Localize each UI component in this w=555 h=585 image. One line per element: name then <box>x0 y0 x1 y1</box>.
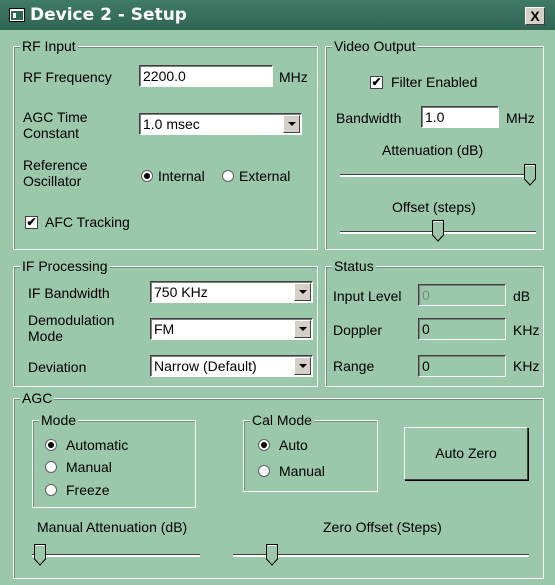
auto-zero-button[interactable]: Auto Zero <box>404 427 528 480</box>
reference-oscillator-label: Reference Oscillator <box>23 157 88 189</box>
zero-offset-label: Zero Offset (Steps) <box>323 519 442 535</box>
video-output-legend: Video Output <box>332 38 418 54</box>
mode-freeze-radio[interactable] <box>45 484 57 496</box>
rf-frequency-label: RF Frequency <box>23 69 112 85</box>
range-label: Range <box>333 358 375 374</box>
bandwidth-label: Bandwidth <box>336 110 402 126</box>
agc-time-constant-label: AGC Time Constant <box>23 109 88 141</box>
afc-tracking-label: AFC Tracking <box>45 214 130 230</box>
zero-offset-slider-thumb[interactable] <box>266 544 278 566</box>
cal-mode-group: Cal Mode <box>243 412 378 492</box>
deviation-select[interactable]: Narrow (Default) <box>150 355 313 377</box>
afc-tracking-checkbox[interactable] <box>25 216 38 229</box>
mode-manual-radio[interactable] <box>45 461 57 473</box>
chevron-down-icon[interactable] <box>294 357 311 375</box>
bandwidth-input[interactable]: 1.0 <box>421 106 499 128</box>
window-title: Device 2 - Setup <box>30 5 187 25</box>
attenuation-slider-track[interactable] <box>340 174 536 177</box>
reference-internal-label: Internal <box>158 168 205 184</box>
cal-auto-radio[interactable] <box>258 439 270 451</box>
rf-frequency-unit: MHz <box>279 69 308 85</box>
chevron-down-icon[interactable] <box>294 283 311 301</box>
close-button[interactable]: X <box>525 7 545 25</box>
deviation-value: Narrow (Default) <box>154 358 257 374</box>
reference-internal-radio[interactable] <box>141 170 153 182</box>
app-icon <box>9 8 25 22</box>
mode-freeze-label: Freeze <box>66 482 110 498</box>
range-field: 0 <box>418 355 506 377</box>
doppler-unit: KHz <box>513 322 540 338</box>
demodulation-mode-select[interactable]: FM <box>150 318 313 340</box>
manual-attenuation-slider-thumb[interactable] <box>34 544 46 566</box>
reference-external-radio[interactable] <box>222 170 234 182</box>
deviation-label: Deviation <box>28 359 87 375</box>
rf-input-legend: RF Input <box>20 38 78 54</box>
manual-attenuation-label: Manual Attenuation (dB) <box>37 519 188 535</box>
mode-automatic-radio[interactable] <box>45 439 57 451</box>
input-level-unit: dB <box>513 288 531 304</box>
mode-manual-label: Manual <box>66 459 112 475</box>
cal-auto-label: Auto <box>279 437 308 453</box>
rf-frequency-input[interactable]: 2200.0 <box>139 65 273 87</box>
cal-manual-radio[interactable] <box>258 465 270 477</box>
filter-enabled-label: Filter Enabled <box>391 74 478 90</box>
agc-time-constant-value: 1.0 msec <box>143 116 200 132</box>
demodulation-mode-label: Demodulation Mode <box>28 312 115 344</box>
title-bar[interactable]: Device 2 - Setup X <box>0 0 555 30</box>
agc-time-constant-select[interactable]: 1.0 msec <box>139 113 302 135</box>
cal-mode-legend: Cal Mode <box>250 412 314 428</box>
input-level-field: 0 <box>418 284 506 306</box>
mode-automatic-label: Automatic <box>66 437 129 453</box>
demodulation-mode-value: FM <box>154 321 175 337</box>
bandwidth-unit: MHz <box>506 110 535 126</box>
filter-enabled-checkbox[interactable] <box>370 76 383 89</box>
if-bandwidth-value: 750 KHz <box>154 284 208 300</box>
doppler-field: 0 <box>418 318 506 340</box>
agc-legend: AGC <box>20 390 55 406</box>
if-bandwidth-select[interactable]: 750 KHz <box>150 281 313 303</box>
if-bandwidth-label: IF Bandwidth <box>28 285 110 301</box>
attenuation-slider-thumb[interactable] <box>524 164 536 186</box>
cal-manual-label: Manual <box>279 463 325 479</box>
chevron-down-icon[interactable] <box>283 115 300 133</box>
status-legend: Status <box>332 258 376 274</box>
range-unit: KHz <box>513 358 540 374</box>
doppler-label: Doppler <box>333 322 383 338</box>
input-level-label: Input Level <box>333 288 402 304</box>
if-processing-legend: IF Processing <box>20 258 110 274</box>
offset-label: Offset (steps) <box>392 199 476 215</box>
chevron-down-icon[interactable] <box>294 320 311 338</box>
attenuation-label: Attenuation (dB) <box>382 142 484 158</box>
agc-mode-legend: Mode <box>39 412 79 428</box>
offset-slider-thumb[interactable] <box>432 220 444 242</box>
manual-attenuation-slider-track[interactable] <box>32 554 200 557</box>
reference-external-label: External <box>239 168 291 184</box>
